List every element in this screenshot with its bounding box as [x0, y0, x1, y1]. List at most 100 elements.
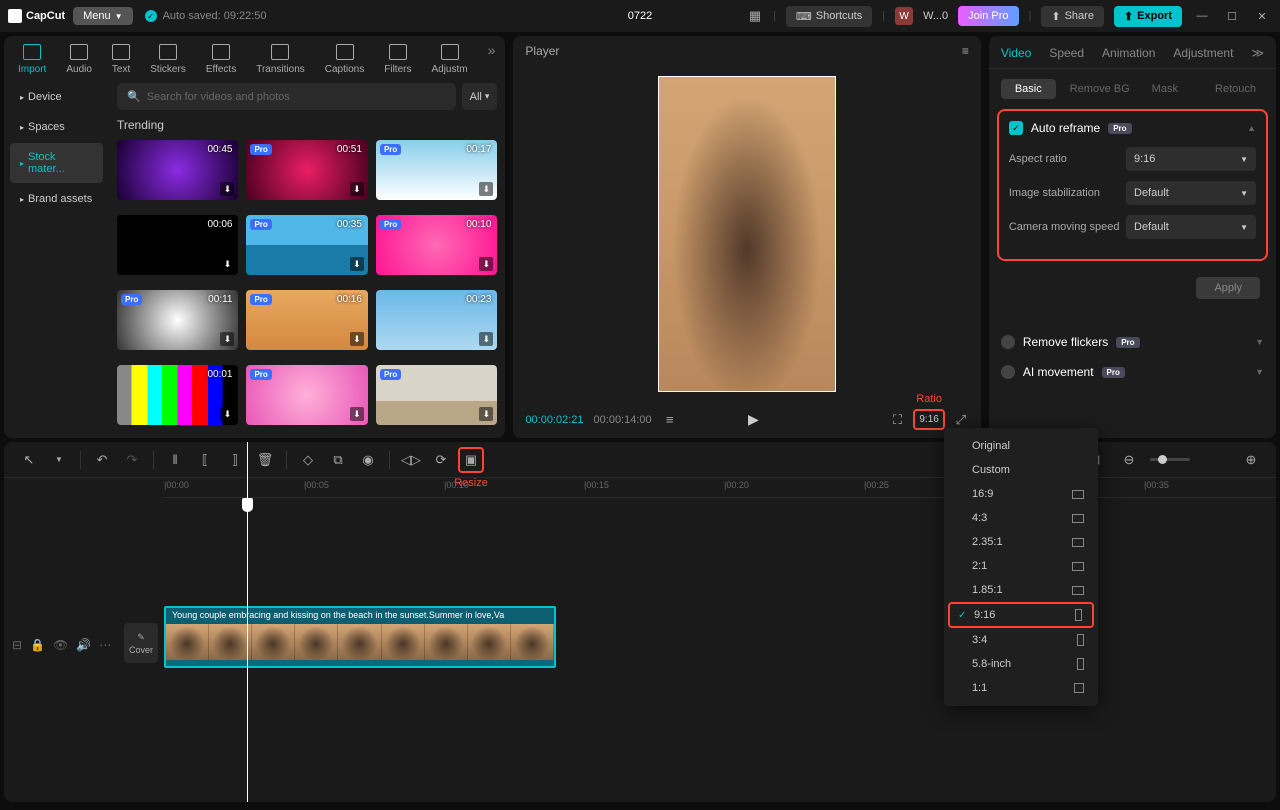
ai-movement-row[interactable]: AI movement Pro ▼: [997, 357, 1268, 387]
toggle-off-icon[interactable]: [1001, 335, 1015, 349]
menu-button[interactable]: Menu▼: [73, 7, 132, 25]
media-tab-adjustm[interactable]: Adjustm: [427, 42, 471, 77]
zoom-in-icon[interactable]: ⊕: [1238, 447, 1264, 473]
ratio-option-1-1[interactable]: 1:1: [944, 676, 1098, 700]
apply-button[interactable]: Apply: [1196, 277, 1260, 299]
download-icon[interactable]: ⬇: [350, 407, 364, 421]
media-thumb-11[interactable]: Pro⬇: [376, 365, 497, 425]
media-tab-text[interactable]: Text: [108, 42, 134, 77]
subtab-basic[interactable]: Basic: [1001, 79, 1056, 99]
ratio-option-4-3[interactable]: 4:3: [944, 506, 1098, 530]
undo-button[interactable]: ↶: [89, 447, 115, 473]
select-tool[interactable]: ↖: [16, 447, 42, 473]
download-icon[interactable]: ⬇: [220, 332, 234, 346]
zoom-out-icon[interactable]: ⊖: [1116, 447, 1142, 473]
download-icon[interactable]: ⬇: [220, 257, 234, 271]
share-button[interactable]: ⬆ Share: [1041, 6, 1104, 27]
ratio-option-9-16[interactable]: ✓9:16: [948, 602, 1094, 628]
media-thumb-1[interactable]: Pro00:51⬇: [246, 140, 367, 200]
inspector-tab-adjustment[interactable]: Adjustment: [1173, 46, 1233, 60]
mirror-tool[interactable]: ◁▷: [398, 447, 424, 473]
ratio-option-3-4[interactable]: 3:4: [944, 628, 1098, 652]
ratio-option-Original[interactable]: Original: [944, 434, 1098, 458]
media-thumb-7[interactable]: Pro00:16⬇: [246, 290, 367, 350]
inspector-more-icon[interactable]: ≫: [1251, 46, 1264, 60]
close-icon[interactable]: ✕: [1252, 10, 1272, 23]
filter-all-button[interactable]: All ▾: [462, 83, 498, 110]
delete-tool[interactable]: 🗑: [252, 447, 278, 473]
minimize-icon[interactable]: —: [1192, 10, 1212, 22]
collapse-icon[interactable]: ▲: [1247, 123, 1256, 133]
media-tab-effects[interactable]: Effects: [202, 42, 240, 77]
lock-icon[interactable]: 🔒: [30, 638, 45, 652]
media-thumb-4[interactable]: Pro00:35⬇: [246, 215, 367, 275]
video-clip[interactable]: Young couple embracing and kissing on th…: [164, 606, 556, 668]
media-thumb-6[interactable]: Pro00:11⬇: [117, 290, 238, 350]
media-tab-import[interactable]: Import: [14, 42, 50, 77]
media-tab-filters[interactable]: Filters: [380, 42, 415, 77]
split-tool[interactable]: ‖: [162, 447, 188, 473]
download-icon[interactable]: ⬇: [220, 182, 234, 196]
ratio-option-5-8-inch[interactable]: 5.8-inch: [944, 652, 1098, 676]
export-button[interactable]: ⬆ Export: [1114, 6, 1182, 27]
duplicate-tool[interactable]: ⧉: [325, 447, 351, 473]
media-thumb-10[interactable]: Pro⬇: [246, 365, 367, 425]
maximize-icon[interactable]: ☐: [1222, 10, 1242, 23]
download-icon[interactable]: ⬇: [350, 182, 364, 196]
media-tab-stickers[interactable]: Stickers: [146, 42, 190, 77]
ratio-button[interactable]: Ratio 9:16: [913, 409, 944, 430]
more-icon[interactable]: ⋯: [99, 638, 111, 652]
inspector-tab-animation[interactable]: Animation: [1102, 46, 1155, 60]
layout-icon[interactable]: ▦: [747, 8, 763, 24]
sidebar-item-1[interactable]: ▸Spaces: [10, 113, 103, 141]
list-icon[interactable]: ≡: [662, 412, 678, 428]
inspector-tab-speed[interactable]: Speed: [1049, 46, 1084, 60]
eye-icon[interactable]: 👁: [53, 638, 68, 652]
shortcuts-button[interactable]: ⌨ Shortcuts: [786, 6, 872, 27]
zoom-slider[interactable]: [1150, 458, 1190, 461]
tool-chevron[interactable]: ▼: [46, 447, 72, 473]
cover-button[interactable]: ✎ Cover: [124, 623, 158, 663]
media-thumb-2[interactable]: Pro00:17⬇: [376, 140, 497, 200]
project-title[interactable]: 0722: [628, 10, 652, 22]
remove-flickers-row[interactable]: Remove flickers Pro ▼: [997, 327, 1268, 357]
media-thumb-0[interactable]: 00:45⬇: [117, 140, 238, 200]
toggle-off-icon[interactable]: [1001, 365, 1015, 379]
playhead[interactable]: [247, 442, 248, 802]
player-menu-icon[interactable]: ≡: [962, 44, 969, 58]
media-thumb-9[interactable]: 00:01⬇: [117, 365, 238, 425]
subtitle-toggle-icon[interactable]: ⊟: [12, 638, 22, 652]
fullscreen-icon[interactable]: ⤢: [953, 412, 969, 428]
join-pro-button[interactable]: Join Pro: [958, 6, 1018, 26]
user-avatar[interactable]: W: [895, 7, 913, 25]
speed-tool[interactable]: ◉: [355, 447, 381, 473]
media-thumb-8[interactable]: 00:23⬇: [376, 290, 497, 350]
download-icon[interactable]: ⬇: [479, 182, 493, 196]
download-icon[interactable]: ⬇: [479, 407, 493, 421]
download-icon[interactable]: ⬇: [220, 407, 234, 421]
camera-speed-select[interactable]: Default▼: [1126, 215, 1256, 239]
media-thumb-3[interactable]: 00:06⬇: [117, 215, 238, 275]
play-button[interactable]: ▶: [748, 411, 759, 428]
more-tabs-icon[interactable]: »: [488, 42, 496, 58]
ratio-option-Custom[interactable]: Custom: [944, 458, 1098, 482]
trim-left-tool[interactable]: ⟦: [192, 447, 218, 473]
download-icon[interactable]: ⬇: [350, 257, 364, 271]
rotate-tool[interactable]: ⟳: [428, 447, 454, 473]
ratio-option-2-35-1[interactable]: 2.35:1: [944, 530, 1098, 554]
sidebar-item-3[interactable]: ▸Brand assets: [10, 185, 103, 213]
aspect-ratio-select[interactable]: 9:16▼: [1126, 147, 1256, 171]
sidebar-item-2[interactable]: ▸Stock mater...: [10, 143, 103, 183]
ratio-option-1-85-1[interactable]: 1.85:1: [944, 578, 1098, 602]
redo-button[interactable]: ↷: [119, 447, 145, 473]
media-thumb-5[interactable]: Pro00:10⬇: [376, 215, 497, 275]
subtab-remove-bg[interactable]: Remove BG: [1062, 79, 1138, 99]
scale-icon[interactable]: ⛶: [889, 412, 905, 428]
search-input[interactable]: 🔍 Search for videos and photos: [117, 83, 456, 110]
ratio-option-2-1[interactable]: 2:1: [944, 554, 1098, 578]
trim-right-tool[interactable]: ⟧: [222, 447, 248, 473]
sidebar-item-0[interactable]: ▸Device: [10, 83, 103, 111]
player-viewport[interactable]: [513, 66, 980, 401]
stabilization-select[interactable]: Default▼: [1126, 181, 1256, 205]
media-tab-captions[interactable]: Captions: [321, 42, 368, 77]
